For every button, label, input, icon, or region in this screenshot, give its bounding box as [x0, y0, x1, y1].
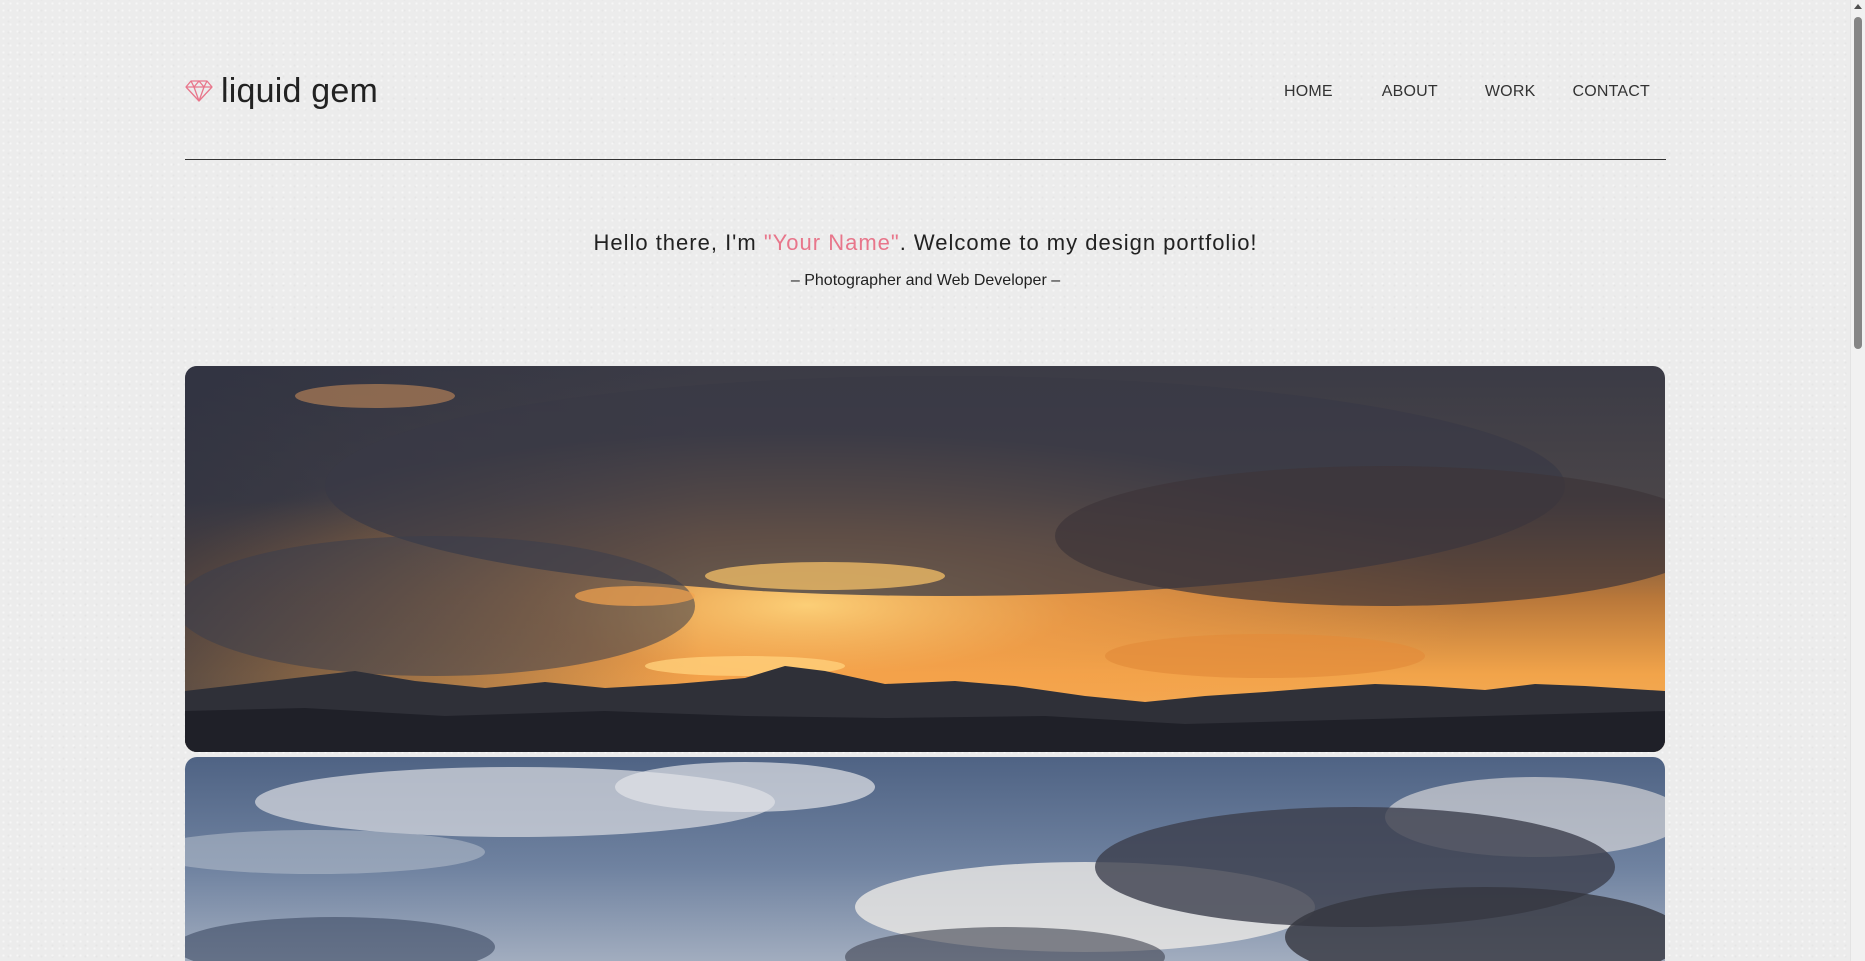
nav-home-link[interactable]: HOME — [1284, 83, 1333, 101]
gem-icon — [185, 80, 213, 102]
greeting-suffix: . Welcome to my design portfolio! — [899, 230, 1258, 255]
nav-work-link[interactable]: WORK — [1485, 83, 1536, 101]
clouds-image — [185, 757, 1665, 961]
intro-greeting: Hello there, I'm "Your Name". Welcome to… — [0, 230, 1851, 256]
intro-subtitle: – Photographer and Web Developer – — [790, 272, 1061, 289]
logo[interactable]: liquid gem — [185, 74, 378, 108]
gallery-image-sunset[interactable] — [185, 366, 1665, 752]
page-scrollbar[interactable] — [1850, 0, 1865, 961]
main-nav: HOME ABOUT WORK CONTACT — [1284, 83, 1650, 101]
scroll-thumb[interactable] — [1854, 17, 1862, 349]
intro-section: Hello there, I'm "Your Name". Welcome to… — [0, 230, 1851, 290]
nav-contact-link[interactable]: CONTACT — [1572, 83, 1650, 101]
nav-about-link[interactable]: ABOUT — [1382, 83, 1438, 101]
intro-name: "Your Name" — [763, 230, 900, 255]
greeting-prefix: Hello there, I'm — [593, 230, 764, 255]
gallery-image-clouds[interactable] — [185, 757, 1665, 961]
site-header: liquid gem HOME ABOUT WORK CONTACT — [185, 0, 1666, 160]
logo-text: liquid gem — [221, 72, 378, 110]
scroll-up-arrow-icon[interactable] — [1854, 4, 1862, 9]
sunset-image — [185, 366, 1665, 752]
